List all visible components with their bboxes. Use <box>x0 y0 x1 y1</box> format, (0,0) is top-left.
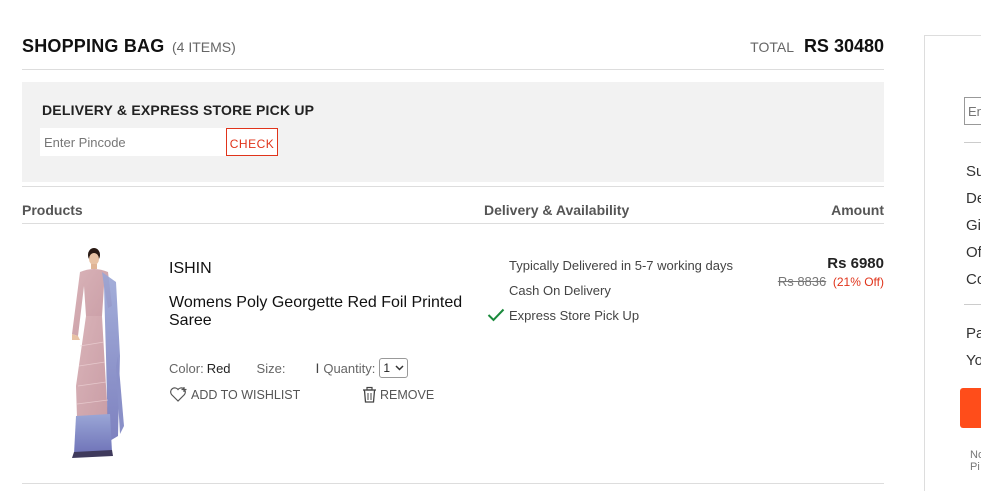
quantity-value: 1 <box>383 361 391 375</box>
cart-item: ISHIN Womens Poly Georgette Red Foil Pri… <box>22 224 884 484</box>
remove-label: REMOVE <box>380 387 435 402</box>
wishlist-label: ADD TO WISHLIST <box>191 387 301 402</box>
total-value: RS 30480 <box>803 36 884 56</box>
product-attributes: Color: Red Size: I Quantity: 1 <box>169 358 409 378</box>
page-title: SHOPPING BAG <box>22 36 165 56</box>
column-delivery: Delivery & Availability <box>484 202 630 218</box>
express-store-pickup: Express Store Pick Up <box>509 308 640 323</box>
summary-line: Yo <box>966 352 981 369</box>
chevron-down-icon <box>395 365 404 371</box>
original-price: Rs 8836 <box>777 274 827 289</box>
checkout-button[interactable] <box>960 388 981 428</box>
pincode-input[interactable] <box>40 128 226 156</box>
delivery-time: Typically Delivered in 5-7 working days <box>509 258 733 273</box>
column-products: Products <box>22 202 83 218</box>
trash-icon <box>363 386 376 403</box>
summary-line: Pa <box>966 325 981 342</box>
bag-header: SHOPPING BAG (4 ITEMS) TOTAL RS 30480 <box>22 36 884 70</box>
summary-divider <box>964 304 981 305</box>
summary-line: Of <box>966 244 981 261</box>
attribute-separator: I <box>315 360 320 376</box>
product-brand: ISHIN <box>169 260 212 277</box>
product-name[interactable]: Womens Poly Georgette Red Foil Printed S… <box>169 294 469 330</box>
summary-line: Co <box>966 271 981 288</box>
delivery-pincode-box: DELIVERY & EXPRESS STORE PICK UP CHECK <box>22 82 884 182</box>
heart-plus-icon <box>170 387 187 402</box>
column-amount: Amount <box>831 202 884 218</box>
check-pincode-button[interactable]: CHECK <box>226 128 278 156</box>
summary-line: Gi <box>966 217 981 234</box>
item-price: Rs 6980 <box>827 255 884 272</box>
color-value: Red <box>206 360 231 376</box>
summary-line: Su <box>966 163 981 180</box>
total-label: TOTAL <box>750 39 794 55</box>
delivery-title: DELIVERY & EXPRESS STORE PICK UP <box>42 102 315 118</box>
order-summary-panel: Su De Gi Of Co Pa Yo No Pi <box>924 35 981 491</box>
add-to-wishlist-button[interactable]: ADD TO WISHLIST <box>169 386 300 403</box>
product-image[interactable] <box>58 246 138 462</box>
discount-badge: (21% Off) <box>832 275 884 289</box>
column-headers: Products Delivery & Availability Amount <box>22 186 884 224</box>
summary-divider <box>964 142 981 143</box>
color-label: Color: <box>169 360 204 376</box>
coupon-input[interactable] <box>964 97 981 125</box>
delivery-availability: Typically Delivered in 5-7 working days … <box>487 258 733 333</box>
remove-button[interactable]: REMOVE <box>361 386 434 403</box>
item-count: (4 ITEMS) <box>172 39 236 55</box>
checkmark-icon <box>487 308 505 322</box>
cash-on-delivery: Cash On Delivery <box>509 283 611 298</box>
quantity-label: Quantity: <box>323 360 376 376</box>
size-label: Size: <box>256 360 286 376</box>
summary-note: No Pi <box>970 449 981 473</box>
quantity-select[interactable]: 1 <box>379 358 409 378</box>
price-details: Rs 8836 (21% Off) <box>778 274 884 289</box>
summary-line: De <box>966 190 981 207</box>
